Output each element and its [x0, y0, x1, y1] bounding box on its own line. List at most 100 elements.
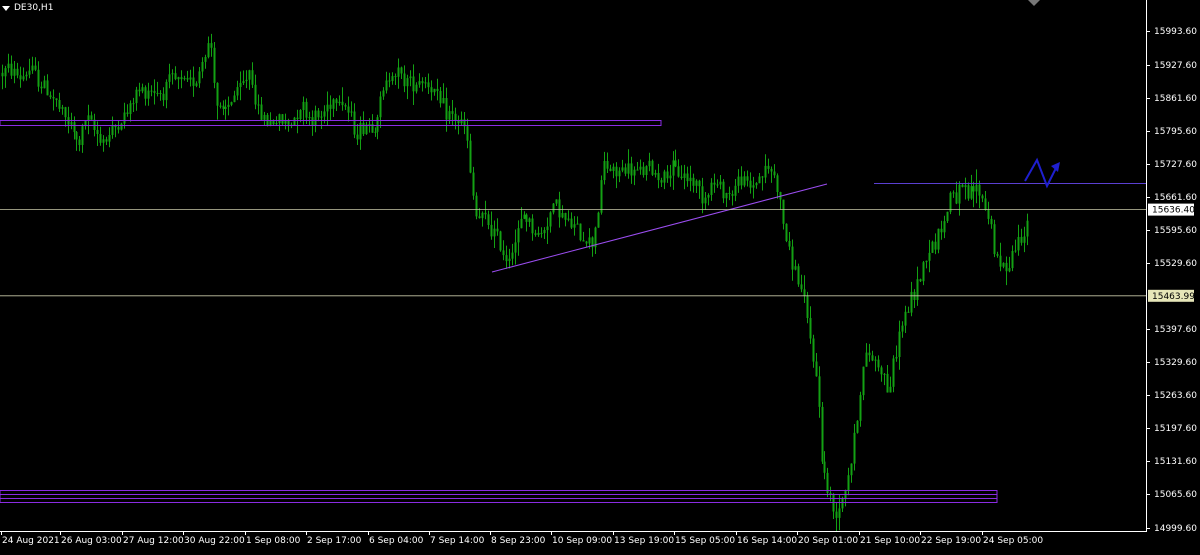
candle-body — [993, 224, 996, 255]
candle-body — [645, 166, 648, 175]
candle-body — [898, 331, 901, 357]
candle-body — [558, 199, 561, 218]
price-chart[interactable]: 15993.60 15927.60 15861.60 15795.60 15727.60… — [0, 0, 1200, 551]
candle-body — [677, 166, 680, 177]
candle-body — [996, 254, 999, 256]
candle-body — [788, 241, 791, 247]
candle-body — [421, 81, 424, 84]
candle-body — [940, 228, 943, 233]
candle-body — [567, 218, 570, 220]
candle-body — [651, 160, 654, 175]
candle-body — [433, 88, 436, 93]
candle-body — [40, 86, 43, 89]
candle-body — [135, 89, 138, 104]
candle-body — [674, 160, 677, 167]
price-tick-label: 15795.60 — [1154, 127, 1197, 137]
candle-body — [606, 161, 609, 169]
candle-body — [278, 114, 281, 123]
candle-body — [111, 125, 114, 135]
candle-body — [737, 176, 740, 186]
candle-body — [430, 87, 433, 93]
price-tick-label: 15927.60 — [1154, 61, 1197, 71]
candle-body — [910, 291, 913, 313]
candle-body — [123, 112, 126, 124]
candle-body — [931, 241, 934, 253]
candle-body — [189, 77, 192, 80]
candle-body — [579, 223, 582, 241]
candle-body — [224, 107, 227, 109]
candle-body — [546, 226, 549, 231]
candle-body — [25, 74, 28, 77]
candle-body — [311, 117, 314, 126]
candle-body — [978, 184, 981, 196]
candle-body — [749, 180, 752, 188]
candle-body — [755, 183, 758, 186]
candle-body — [1014, 250, 1017, 252]
candle-body — [540, 232, 543, 234]
candle-body — [52, 97, 55, 99]
candle-body — [588, 237, 591, 244]
candle-body — [901, 325, 904, 332]
candle-body — [236, 87, 239, 96]
candle-body — [660, 180, 663, 183]
chart-window[interactable]: 15993.60 15927.60 15861.60 15795.60 15727.60… — [0, 0, 1200, 551]
candle-body — [129, 103, 132, 114]
candle-body — [245, 79, 248, 82]
candle-body — [946, 211, 949, 222]
candle-body — [1, 72, 4, 77]
candle-body — [332, 99, 335, 109]
candle-body — [865, 352, 868, 367]
candle-body — [803, 289, 806, 297]
candle-body — [534, 233, 537, 235]
candle-body — [907, 311, 910, 313]
candle-body — [961, 184, 964, 188]
candle-body — [314, 110, 317, 126]
candle-body — [770, 168, 773, 172]
time-tick-label: 16 Sep 14:00 — [737, 536, 797, 546]
candle-body — [561, 213, 564, 218]
candle-body — [19, 75, 22, 80]
candle-body — [484, 212, 487, 215]
candle-body — [809, 318, 812, 339]
candle-body — [981, 195, 984, 199]
candle-body — [341, 101, 344, 106]
dropdown-triangle-icon[interactable] — [2, 5, 10, 11]
candle-body — [597, 212, 600, 228]
candle-body — [868, 352, 871, 356]
price-tick-label: 15263.60 — [1154, 391, 1197, 401]
candle-body — [317, 110, 320, 118]
candle-body — [731, 194, 734, 196]
candle-body — [263, 114, 266, 120]
candle-body — [210, 43, 213, 48]
current-price-label: 15636.40 — [1152, 206, 1195, 216]
time-tick-label: 13 Sep 19:00 — [614, 536, 674, 546]
candle-body — [624, 167, 627, 174]
candle-body — [326, 104, 329, 112]
time-tick-label: 7 Sep 14:00 — [430, 536, 485, 546]
candle-body — [466, 126, 469, 141]
candle-body — [353, 111, 356, 135]
candle-body — [308, 117, 311, 119]
candle-body — [406, 78, 409, 87]
candle-body — [633, 169, 636, 176]
candle-body — [46, 80, 49, 96]
candle-body — [117, 127, 120, 130]
candle-body — [970, 186, 973, 199]
candle-body — [397, 67, 400, 77]
candle-body — [1008, 268, 1011, 272]
candle-body — [1005, 262, 1008, 272]
candle-body — [61, 107, 64, 109]
candle-body — [454, 113, 457, 121]
candle-body — [394, 76, 397, 78]
price-tick-label: 14999.60 — [1154, 524, 1197, 534]
candle-body — [195, 83, 198, 86]
chart-title[interactable]: DE30,H1 — [2, 1, 53, 15]
candle-body — [13, 68, 16, 76]
candle-body — [126, 112, 129, 114]
candle-body — [949, 192, 952, 212]
candle-body — [487, 214, 490, 225]
candle-body — [275, 123, 278, 125]
candle-body — [666, 171, 669, 179]
candle-body — [338, 101, 341, 104]
time-tick-label: 21 Sep 10:00 — [860, 536, 920, 546]
